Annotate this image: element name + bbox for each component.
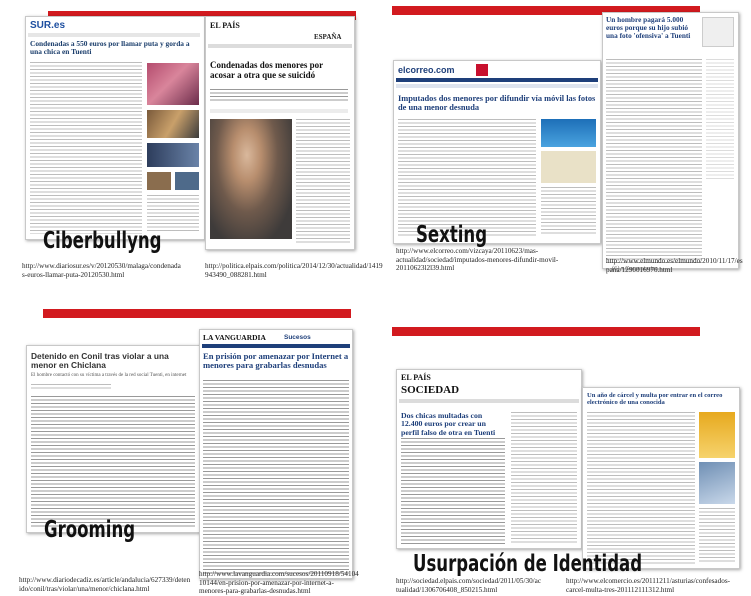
clip-subheadline: El hombre contactó con su víctima a trav… [31, 373, 187, 378]
site-subnav [396, 84, 598, 88]
slide-sexting: elcorreo.com Imputados dos menores por d… [376, 0, 751, 297]
news-clip-elcomercio: Un año de cárcel y multa por entrar en e… [582, 387, 740, 569]
slide-grooming: Detenido en Conil tras violar a una meno… [0, 297, 375, 596]
article-body-text [31, 396, 195, 528]
slide-usurpacion-identidad: EL PAÍS SOCIEDAD Dos chicas multadas con… [376, 297, 751, 594]
newspaper-logo: LA VANGUARDIA [203, 333, 266, 342]
clip-headline: Condenadas a 550 euros por llamar puta y… [30, 39, 190, 56]
slide-title: Grooming [44, 517, 136, 543]
site-nav-bar [208, 44, 352, 48]
sidebar-text [706, 59, 734, 179]
clip-headline: En prisión por amenazar por Internet a m… [203, 351, 349, 371]
article-body-text [606, 59, 702, 264]
sidebar-ad [541, 119, 596, 147]
newspaper-logo: elcorreo.com [398, 65, 455, 75]
site-nav-bar [202, 344, 350, 348]
slide-ciberbullyng: SUR.es Condenadas a 550 euros por llamar… [0, 0, 383, 297]
article-body-text [296, 119, 350, 243]
article-body-text [30, 62, 142, 234]
clip-headline: Un hombre pagará 5.000 euros porque su h… [606, 15, 691, 40]
news-clip-diariodecadiz: Detenido en Conil tras violar a una meno… [26, 345, 200, 533]
sidebar-ad [699, 462, 735, 504]
related-thumbnail [702, 17, 734, 47]
share-bar [210, 109, 348, 113]
sidebar-ad [699, 412, 735, 458]
news-clip-lavanguardia: LA VANGUARDIA Sucesos En prisión por ame… [199, 329, 353, 579]
sidebar-ad [541, 151, 596, 183]
source-url[interactable]: http://www.elcorreo.com/vizcaya/20110623… [396, 247, 558, 273]
section-label: ESPAÑA [314, 33, 342, 41]
article-body-text [203, 380, 349, 574]
newspaper-logo: SUR.es [30, 20, 66, 31]
site-nav-bar [399, 399, 579, 403]
slide-title: Ciberbullyng [43, 228, 162, 254]
newspaper-logo: EL PAÍS [401, 373, 431, 382]
source-url[interactable]: http://politica.elpais.com/politica/2014… [205, 262, 383, 279]
section-label: SOCIEDAD [401, 384, 460, 396]
clip-headline: Imputados dos menores por difundir vía m… [398, 94, 596, 113]
comments-count[interactable]: (6) • Comentarios [612, 265, 658, 274]
article-photo [147, 63, 199, 105]
news-clip-elpais: EL PAÍS ESPAÑA Condenadas dos menores po… [205, 16, 355, 250]
clip-headline: Un año de cárcel y multa por entrar en e… [587, 392, 723, 407]
news-clip-elcorreo: elcorreo.com Imputados dos menores por d… [393, 60, 601, 244]
site-nav-bar [28, 33, 200, 37]
source-url[interactable]: http://www.lavanguardia.com/sucesos/2011… [199, 570, 359, 596]
sidebar-text [699, 508, 735, 562]
slide-title: Sexting [416, 222, 488, 248]
clip-headline: Condenadas dos menores por acosar a otra… [210, 60, 323, 80]
sidebar-image [147, 110, 199, 138]
site-nav-bar [396, 78, 598, 82]
news-clip-elmundo: Un hombre pagará 5.000 euros porque su h… [602, 12, 739, 269]
news-clip-elpais-sociedad: EL PAÍS SOCIEDAD Dos chicas multadas con… [396, 369, 582, 549]
slide-title: Usurpación de Identidad [413, 551, 643, 577]
source-url[interactable]: http://sociedad.elpais.com/sociedad/2011… [396, 577, 541, 594]
sidebar-image [147, 172, 171, 190]
slide-accent-bar [43, 309, 351, 318]
article-body-text [398, 119, 536, 237]
sidebar-image [147, 143, 199, 167]
slide-accent-bar [392, 327, 700, 336]
source-url[interactable]: http://www.diariosur.es/v/20120530/malag… [22, 262, 181, 279]
clip-headline: Detenido en Conil tras violar a una meno… [31, 351, 169, 371]
source-url[interactable]: http://www.elcomercio.es/20111211/asturi… [566, 577, 730, 594]
sidebar-text [511, 412, 577, 544]
sidebar-image [175, 172, 199, 190]
sidebar-text [541, 187, 596, 235]
article-body-text [587, 412, 695, 564]
source-url[interactable]: http://www.diariodecadiz.es/article/anda… [19, 576, 190, 593]
article-summary [210, 89, 348, 103]
article-body-text [401, 438, 505, 544]
clip-headline: Dos chicas multadas con 12.400 euros por… [401, 411, 496, 437]
article-byline [31, 384, 111, 390]
article-photo [210, 119, 292, 239]
newspaper-logo: EL PAÍS [210, 21, 240, 30]
sidebar-text [147, 195, 199, 231]
news-clip-sur: SUR.es Condenadas a 550 euros por llamar… [25, 16, 205, 240]
section-label: Sucesos [284, 334, 311, 341]
header-logo-badge [476, 64, 488, 76]
